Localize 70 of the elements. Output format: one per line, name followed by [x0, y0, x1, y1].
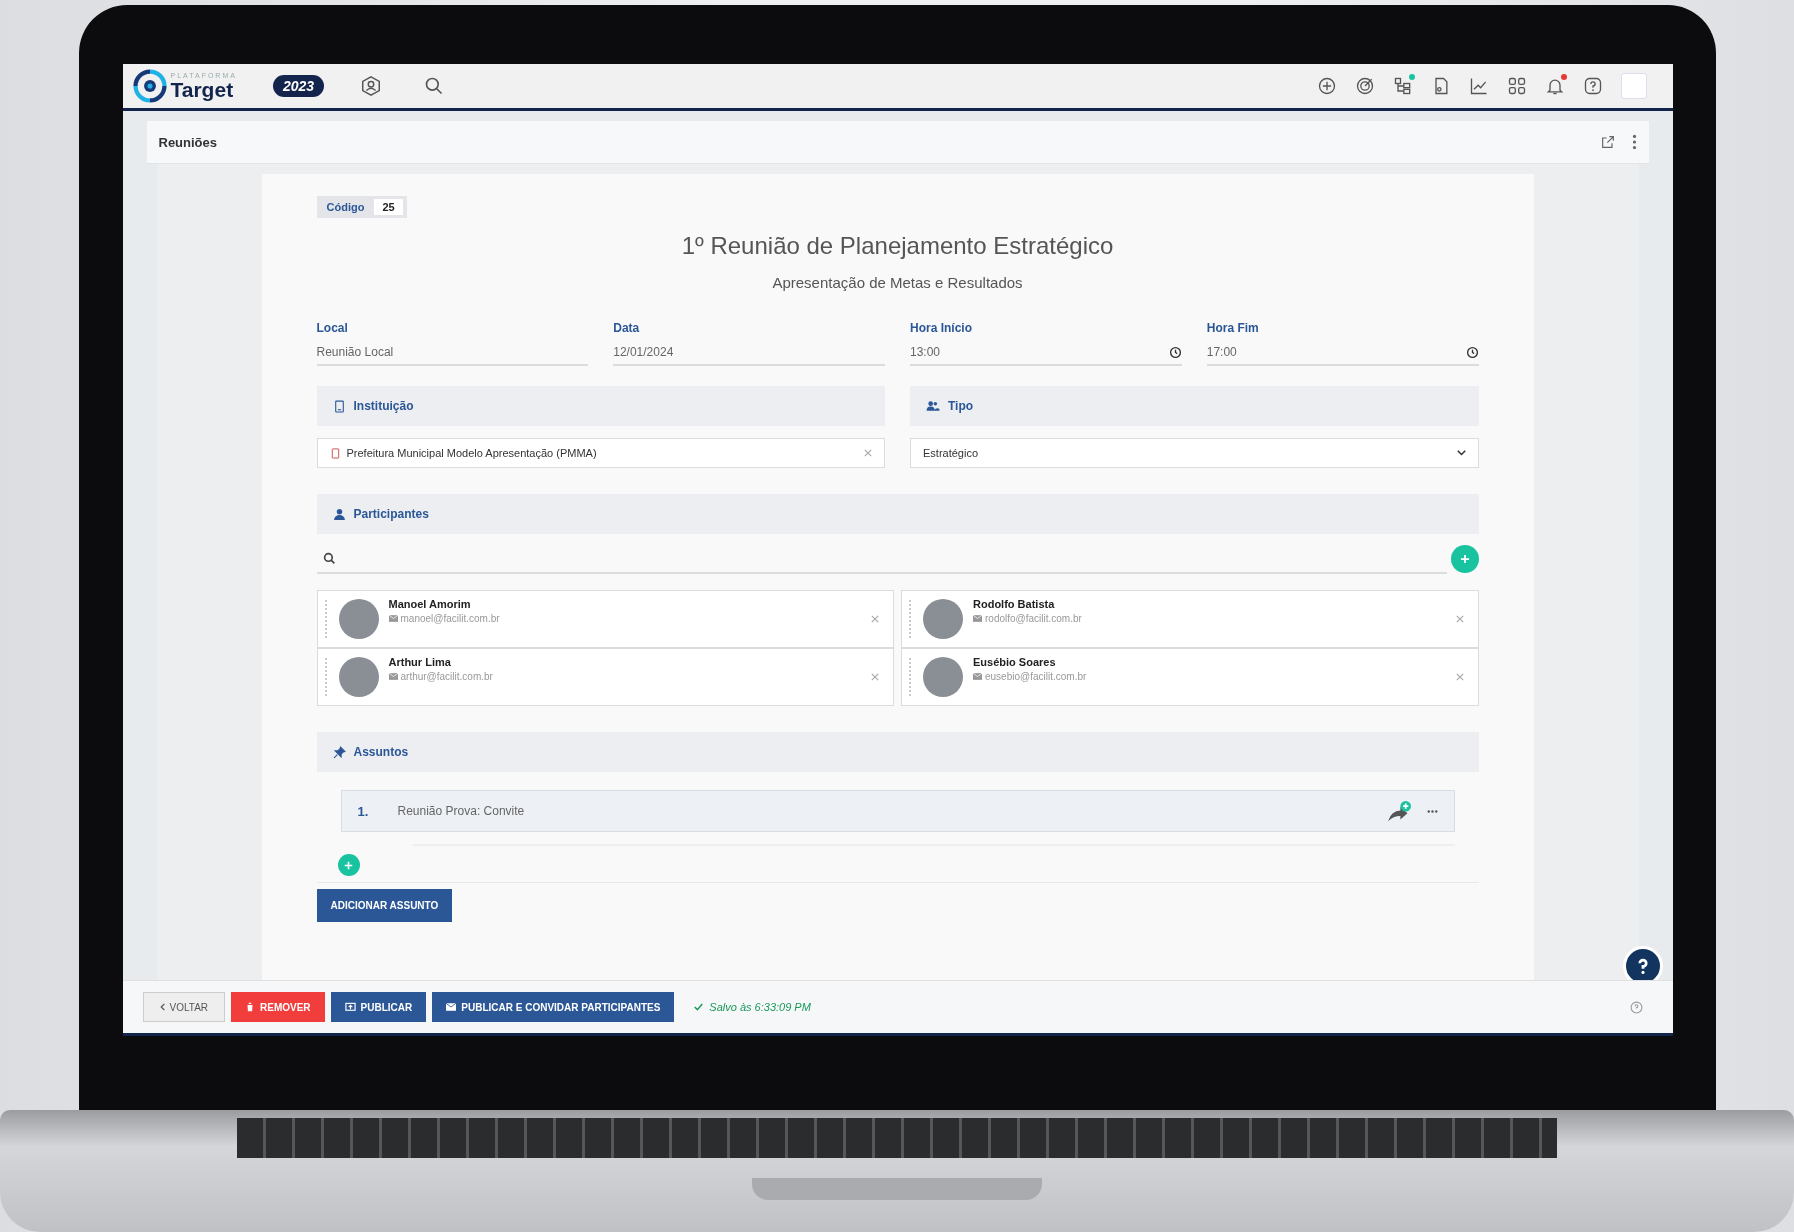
chevron-left-icon	[159, 1003, 165, 1011]
person-icon	[332, 507, 346, 521]
upload-screen-icon	[344, 1001, 356, 1013]
avatar	[923, 657, 963, 697]
help-icon[interactable]	[1582, 76, 1603, 96]
pin-icon	[332, 745, 346, 759]
institution-select[interactable]: Prefeitura Municipal Modelo Apresentação (PMMA)	[316, 438, 885, 468]
more-vertical-icon[interactable]	[1631, 134, 1637, 150]
subject-title: Reunião Prova: Convite	[397, 804, 526, 818]
mail-icon	[973, 615, 982, 622]
panel-title: Reuniões	[158, 134, 218, 150]
publish-button[interactable]: PUBLICAR	[330, 992, 427, 1022]
section-title: Instituição	[353, 399, 414, 413]
participant-name: Rodolfo Batista	[973, 598, 1056, 610]
field-label: Hora Início	[910, 321, 973, 335]
mail-icon	[388, 615, 398, 622]
external-link-icon[interactable]	[1599, 134, 1616, 150]
input-field[interactable]: 12/01/2024	[613, 345, 885, 366]
remove-button[interactable]: REMOVER	[231, 992, 325, 1022]
share-add-icon[interactable]	[1385, 799, 1413, 823]
save-status: Salvo às 6:33:09 PM	[709, 1001, 811, 1013]
field-label: Hora Fim	[1206, 321, 1260, 335]
logo-wordmark: Target	[170, 79, 235, 100]
participant-name: Manoel Amorim	[388, 598, 472, 610]
check-icon	[694, 1003, 704, 1011]
search-icon	[322, 551, 336, 565]
meeting-title: 1º Reunião de Planejamento Estratégico	[680, 232, 1115, 260]
input-field[interactable]: 13:00	[910, 345, 1182, 366]
input-field[interactable]: Reunião Local	[316, 345, 589, 366]
apps-grid-icon[interactable]	[1506, 76, 1527, 96]
participant-name: Eusébio Soares	[973, 656, 1057, 668]
field-label: Data	[613, 321, 641, 335]
publish-invite-button[interactable]: PUBLICAR E CONVIDAR PARTICIPANTES	[432, 992, 675, 1022]
participant-email: manoel@facilit.com.br	[400, 613, 500, 624]
clock-icon	[1465, 345, 1479, 359]
mail-icon	[973, 673, 982, 680]
code-value: 25	[374, 199, 403, 215]
participant-email: rodolfo@facilit.com.br	[985, 613, 1082, 624]
mail-icon	[388, 673, 398, 680]
mail-icon	[446, 1003, 457, 1011]
code-label: Código	[326, 201, 365, 213]
hierarchy-icon[interactable]	[1392, 76, 1413, 96]
section-title: Assuntos	[353, 745, 409, 759]
people-icon	[926, 399, 940, 413]
clock-icon	[1168, 345, 1182, 359]
more-icon[interactable]	[1426, 809, 1438, 813]
user-icon[interactable]	[360, 75, 383, 97]
add-circle-icon[interactable]	[1316, 76, 1337, 96]
add-subject-button[interactable]: ADICIONAR ASSUNTO	[316, 889, 453, 922]
participant-email: arthur@facilit.com.br	[400, 671, 493, 682]
avatar	[923, 599, 963, 639]
target-icon[interactable]	[1354, 76, 1375, 96]
field-label: Local	[316, 321, 349, 335]
section-title: Participantes	[353, 507, 429, 521]
line-chart-icon[interactable]	[1468, 76, 1489, 96]
chevron-down-icon	[1456, 450, 1466, 456]
back-button[interactable]: VOLTAR	[142, 992, 226, 1022]
participant-name: Arthur Lima	[388, 656, 452, 668]
section-title: Tipo	[948, 399, 974, 413]
meeting-subtitle: Apresentação de Metas e Resultados	[771, 274, 1024, 291]
avatar	[338, 599, 379, 639]
type-dropdown[interactable]: Estratégico	[910, 438, 1479, 468]
subject-number: 1.	[357, 803, 370, 819]
avatar	[338, 657, 379, 697]
logo-icon	[132, 69, 167, 103]
search-icon[interactable]	[424, 76, 445, 96]
input-field[interactable]: 17:00	[1206, 345, 1479, 366]
year-badge[interactable]: 2023	[272, 75, 325, 97]
participant-email: eusebio@facilit.com.br	[985, 671, 1087, 682]
subject-item[interactable]: 1. Reunião Prova: Convite	[340, 790, 1455, 832]
